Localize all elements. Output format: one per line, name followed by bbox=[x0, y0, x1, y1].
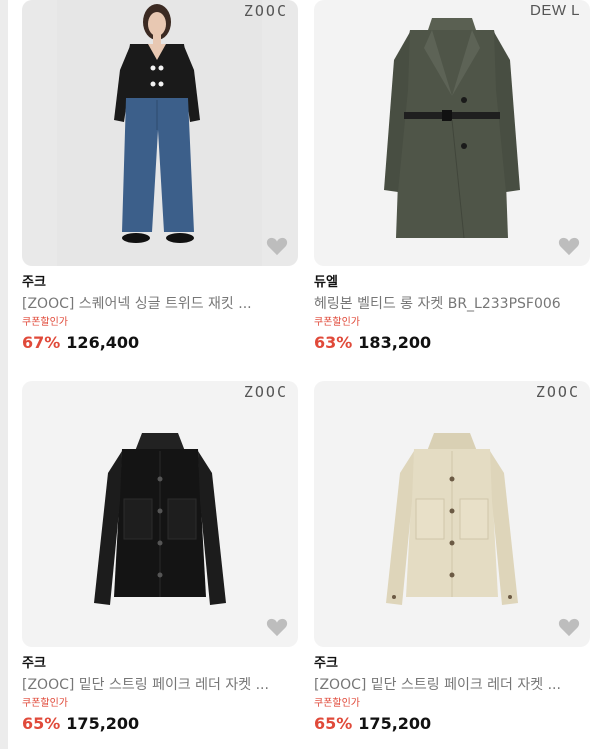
sale-price: 175,200 bbox=[358, 714, 432, 733]
product-title[interactable]: [ZOOC] 밑단 스트링 페이크 레더 자켓 ... bbox=[314, 675, 590, 695]
coupon-label: 쿠폰할인가 bbox=[314, 698, 360, 709]
scroll-edge bbox=[0, 0, 8, 749]
price-row: 67% 126,400 bbox=[22, 332, 298, 354]
discount-rate: 65% bbox=[314, 714, 353, 733]
cream-leather-jacket-image bbox=[386, 433, 518, 605]
product-card[interactable]: ZOOC 주크 [ZOOC] 밑단 스트링 페이크 레더 자켓 ... 쿠폰할인… bbox=[22, 381, 298, 735]
heart-icon[interactable] bbox=[558, 617, 580, 637]
product-brand[interactable]: 주크 bbox=[314, 655, 590, 673]
price-row: 63% 183,200 bbox=[314, 332, 590, 354]
heart-icon[interactable] bbox=[266, 617, 288, 637]
brand-logo: ZOOC bbox=[243, 383, 288, 401]
discount-rate: 63% bbox=[314, 333, 353, 352]
product-brand[interactable]: 주크 bbox=[22, 655, 298, 673]
price-row: 65% 175,200 bbox=[314, 713, 590, 735]
herringbone-jacket-image bbox=[384, 18, 520, 239]
product-title[interactable]: [ZOOC] 밑단 스트링 페이크 레더 자켓 ... bbox=[22, 675, 298, 695]
sale-price: 126,400 bbox=[66, 333, 140, 352]
product-image[interactable]: ZOOC bbox=[314, 381, 590, 647]
brand-logo: DEW L bbox=[529, 2, 580, 19]
sale-price: 175,200 bbox=[66, 714, 140, 733]
product-card[interactable]: ZOOC 주크 [ZOOC] 스퀘어넥 싱글 트위드 재킷 ... 쿠폰할인가 … bbox=[22, 0, 298, 354]
sale-price: 183,200 bbox=[358, 333, 432, 352]
coupon-label: 쿠폰할인가 bbox=[22, 317, 68, 328]
price-row: 65% 175,200 bbox=[22, 713, 298, 735]
product-card[interactable]: ZOOC 주크 [ZOOC] 밑단 스트링 페이크 레더 자켓 ... 쿠폰할인… bbox=[314, 381, 590, 735]
product-image[interactable]: DEW L bbox=[314, 0, 590, 266]
product-brand[interactable]: 듀엘 bbox=[314, 274, 590, 292]
product-card[interactable]: DEW L 듀엘 헤링본 벨티드 롱 자켓 BR_L233PSF006 쿠폰할인… bbox=[314, 0, 590, 354]
model-black-tweed-jacket-image bbox=[57, 0, 262, 266]
coupon-label: 쿠폰할인가 bbox=[314, 317, 360, 328]
heart-icon[interactable] bbox=[558, 236, 580, 256]
product-brand[interactable]: 주크 bbox=[22, 274, 298, 292]
brand-logo: ZOOC bbox=[243, 2, 288, 20]
product-title[interactable]: [ZOOC] 스퀘어넥 싱글 트위드 재킷 ... bbox=[22, 294, 298, 314]
product-title[interactable]: 헤링본 벨티드 롱 자켓 BR_L233PSF006 bbox=[314, 294, 590, 314]
discount-rate: 67% bbox=[22, 333, 61, 352]
black-leather-jacket-image bbox=[94, 433, 226, 605]
product-image[interactable]: ZOOC bbox=[22, 381, 298, 647]
coupon-label: 쿠폰할인가 bbox=[22, 698, 68, 709]
brand-logo: ZOOC bbox=[535, 383, 580, 401]
heart-icon[interactable] bbox=[266, 236, 288, 256]
discount-rate: 65% bbox=[22, 714, 61, 733]
product-image[interactable]: ZOOC bbox=[22, 0, 298, 266]
